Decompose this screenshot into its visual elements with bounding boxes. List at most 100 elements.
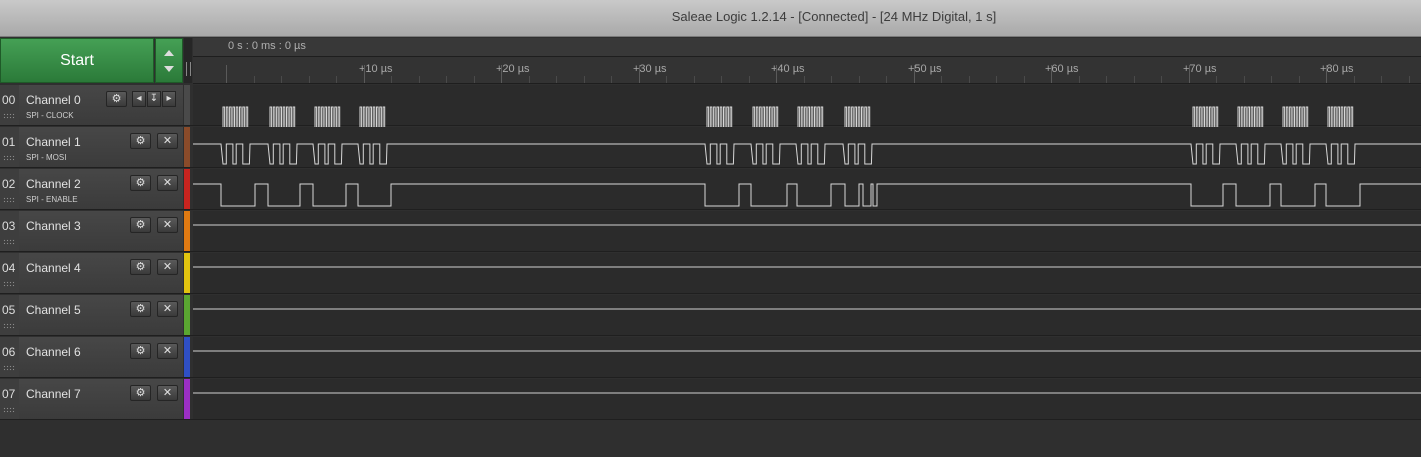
ruler-minor-tick bbox=[281, 76, 282, 83]
bottom-panel bbox=[0, 422, 1421, 457]
ruler-minor-tick bbox=[391, 76, 392, 83]
ruler-major-tick bbox=[226, 65, 227, 83]
channel-waveform[interactable] bbox=[193, 337, 1421, 377]
channel-waveform[interactable] bbox=[193, 169, 1421, 209]
channel-label-panel: Channel 0 SPI - CLOCK ⚙ ◂ ↧ ▸ bbox=[19, 85, 183, 125]
channel-color-stripe bbox=[184, 85, 190, 125]
close-icon[interactable]: ✕ bbox=[157, 175, 178, 191]
ruler-minor-tick bbox=[1271, 76, 1272, 83]
ruler-major-tick bbox=[913, 65, 915, 83]
channel-name[interactable]: Channel 7 bbox=[26, 387, 81, 401]
channel-number-handle[interactable]: 06 bbox=[0, 337, 19, 377]
channel-label-panel: Channel 5 ⚙ ✕ bbox=[19, 295, 183, 335]
resize-handle[interactable] bbox=[186, 62, 191, 76]
close-icon[interactable]: ✕ bbox=[157, 133, 178, 149]
gear-icon[interactable]: ⚙ bbox=[130, 385, 151, 401]
gear-icon[interactable]: ⚙ bbox=[130, 343, 151, 359]
channel-name[interactable]: Channel 6 bbox=[26, 345, 81, 359]
drag-grip-icon[interactable] bbox=[3, 155, 15, 161]
gear-icon[interactable]: ⚙ bbox=[130, 259, 151, 275]
time-origin-bar: 0 s : 0 ms : 0 µs bbox=[193, 38, 1421, 57]
ruler-minor-tick bbox=[1243, 76, 1245, 83]
ruler-major-tick bbox=[776, 65, 777, 83]
channel-number: 05 bbox=[2, 303, 16, 317]
gear-icon[interactable]: ⚙ bbox=[106, 91, 127, 107]
channel-number: 02 bbox=[2, 177, 16, 191]
channel-waveform[interactable] bbox=[193, 295, 1421, 335]
waveform-svg bbox=[193, 308, 1421, 310]
channel-waveform[interactable]: 1010101010101010101010 bbox=[193, 85, 1421, 143]
ruler-major-tick bbox=[501, 65, 502, 83]
ruler-minor-tick bbox=[831, 76, 832, 83]
channel-number: 01 bbox=[2, 135, 16, 149]
drag-grip-icon[interactable] bbox=[3, 197, 15, 203]
channel-waveform[interactable] bbox=[193, 253, 1421, 293]
ruler-minor-tick bbox=[1161, 76, 1162, 83]
ruler-minor-tick bbox=[1106, 76, 1107, 83]
ruler-minor-tick bbox=[1353, 76, 1355, 83]
channel-waveform[interactable] bbox=[193, 127, 1421, 167]
ruler-minor-tick bbox=[446, 76, 447, 83]
channel-name[interactable]: Channel 1 bbox=[26, 135, 81, 149]
window-title: Saleae Logic 1.2.14 - [Connected] - [24 … bbox=[671, 9, 997, 24]
drag-grip-icon[interactable] bbox=[3, 407, 15, 413]
channel-name[interactable]: Channel 3 bbox=[26, 219, 81, 233]
channel-number: 03 bbox=[2, 219, 16, 233]
close-icon[interactable]: ✕ bbox=[157, 301, 178, 317]
channel-number-handle[interactable]: 01 bbox=[0, 127, 19, 167]
channel-waveform[interactable] bbox=[193, 379, 1421, 419]
channel-number-handle[interactable]: 03 bbox=[0, 211, 19, 251]
channel-name[interactable]: Channel 0 bbox=[26, 93, 81, 107]
channel-label-panel: Channel 2 SPI - ENABLE ⚙ ✕ bbox=[19, 169, 183, 209]
start-options-button[interactable] bbox=[155, 38, 183, 83]
ruler-minor-tick bbox=[308, 76, 310, 83]
arrow-down-icon bbox=[164, 66, 174, 72]
channel-color-stripe bbox=[184, 211, 190, 251]
channel-analyzer-label: SPI - ENABLE bbox=[26, 195, 78, 204]
trigger-prev-icon[interactable]: ◂ bbox=[132, 91, 146, 107]
channel-name[interactable]: Channel 5 bbox=[26, 303, 81, 317]
ruler-minor-tick bbox=[611, 76, 612, 83]
ruler-minor-tick bbox=[528, 76, 530, 83]
waveform-svg bbox=[193, 183, 1421, 207]
channel-waveform[interactable] bbox=[193, 211, 1421, 251]
ruler-minor-tick bbox=[941, 76, 942, 83]
channel-analyzer-label: SPI - CLOCK bbox=[26, 111, 74, 120]
time-origin-label: 0 s : 0 ms : 0 µs bbox=[228, 40, 306, 52]
falling-edge-trigger-icon[interactable]: ↧ bbox=[147, 91, 161, 107]
drag-grip-icon[interactable] bbox=[3, 113, 15, 119]
waveform-svg bbox=[193, 350, 1421, 352]
drag-grip-icon[interactable] bbox=[3, 365, 15, 371]
channel-name[interactable]: Channel 2 bbox=[26, 177, 81, 191]
channel-number-handle[interactable]: 05 bbox=[0, 295, 19, 335]
gear-icon[interactable]: ⚙ bbox=[130, 133, 151, 149]
drag-grip-icon[interactable] bbox=[3, 323, 15, 329]
channel-number-handle[interactable]: 00 bbox=[0, 85, 19, 125]
logic-analyzer-window: Saleae Logic 1.2.14 - [Connected] - [24 … bbox=[0, 0, 1421, 457]
ruler-minor-tick bbox=[556, 76, 557, 83]
gear-icon[interactable]: ⚙ bbox=[130, 217, 151, 233]
start-button[interactable]: Start bbox=[0, 38, 154, 83]
ruler-major-tick bbox=[1326, 65, 1327, 83]
close-icon[interactable]: ✕ bbox=[157, 259, 178, 275]
channel-number-handle[interactable]: 02 bbox=[0, 169, 19, 209]
close-icon[interactable]: ✕ bbox=[157, 217, 178, 233]
trigger-next-icon[interactable]: ▸ bbox=[162, 91, 176, 107]
ruler-minor-tick bbox=[748, 76, 750, 83]
close-icon[interactable]: ✕ bbox=[157, 385, 178, 401]
ruler-minor-tick bbox=[886, 76, 887, 83]
time-ruler[interactable]: +10 µs +20 µs +30 µs +40 µs +50 µs +60 µ… bbox=[193, 57, 1421, 84]
channel-name[interactable]: Channel 4 bbox=[26, 261, 81, 275]
close-icon[interactable]: ✕ bbox=[157, 343, 178, 359]
channel-analyzer-label: SPI - MOSI bbox=[26, 153, 67, 162]
channel-number-handle[interactable]: 07 bbox=[0, 379, 19, 419]
channel-row: 01 Channel 1 SPI - MOSI ⚙ ✕ bbox=[0, 127, 1421, 168]
drag-grip-icon[interactable] bbox=[3, 281, 15, 287]
gear-icon[interactable]: ⚙ bbox=[130, 301, 151, 317]
drag-grip-icon[interactable] bbox=[3, 239, 15, 245]
channel-number-handle[interactable]: 04 bbox=[0, 253, 19, 293]
gear-icon[interactable]: ⚙ bbox=[130, 175, 151, 191]
channel-color-stripe bbox=[184, 379, 190, 419]
arrow-up-icon bbox=[164, 50, 174, 56]
ruler-minor-tick bbox=[1408, 76, 1410, 83]
